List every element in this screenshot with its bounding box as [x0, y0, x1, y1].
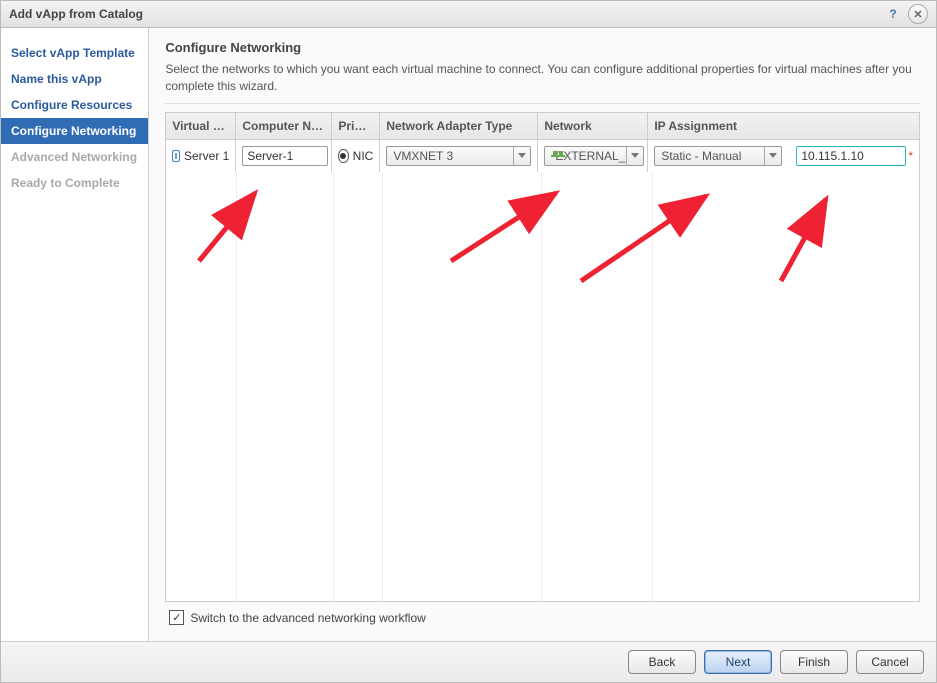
- cell-network: EXTERNAL_DIRI: [538, 140, 648, 172]
- col-primary[interactable]: Primar: [332, 113, 380, 139]
- grid-header: Virtual Machi Computer Nam Primar Networ…: [166, 113, 919, 140]
- finish-button[interactable]: Finish: [780, 650, 848, 674]
- col-virtual-machine[interactable]: Virtual Machi: [166, 113, 236, 139]
- advanced-networking-label: Switch to the advanced networking workfl…: [190, 611, 425, 625]
- chevron-down-icon: [626, 147, 643, 165]
- col-ip-assignment[interactable]: IP Assignment: [648, 113, 919, 139]
- dialog-footer: Back Next Finish Cancel: [1, 641, 936, 682]
- page-title: Configure Networking: [165, 40, 920, 55]
- dialog-body: Select vApp Template Name this vApp Conf…: [1, 28, 936, 641]
- cell-vm: Server 1: [166, 140, 236, 172]
- back-button[interactable]: Back: [628, 650, 696, 674]
- wizard-sidebar: Select vApp Template Name this vApp Conf…: [1, 28, 149, 641]
- sidebar-item-configure-networking[interactable]: Configure Networking: [1, 118, 148, 144]
- vm-name: Server 1: [184, 149, 229, 163]
- col-computer-name[interactable]: Computer Nam: [236, 113, 332, 139]
- close-icon[interactable]: ✕: [908, 4, 928, 24]
- next-button[interactable]: Next: [704, 650, 772, 674]
- required-indicator: *: [908, 149, 913, 163]
- ip-mode-select[interactable]: Static - Manual: [654, 146, 782, 166]
- sidebar-item-ready-to-complete[interactable]: Ready to Complete: [1, 170, 148, 196]
- ip-mode-value: Static - Manual: [655, 149, 764, 163]
- table-row: Server 1 NIC VMXNET 3: [166, 140, 919, 172]
- advanced-networking-checkbox[interactable]: ✓: [169, 610, 184, 625]
- col-network[interactable]: Network: [538, 113, 648, 139]
- ip-address-input[interactable]: [796, 146, 906, 166]
- dialog: Add vApp from Catalog ? ✕ Select vApp Te…: [0, 0, 937, 683]
- primary-nic-label: NIC: [353, 149, 374, 163]
- cell-adapter: VMXNET 3: [380, 140, 538, 172]
- dialog-title: Add vApp from Catalog: [9, 7, 878, 21]
- grid-lines: [166, 172, 919, 601]
- sidebar-item-advanced-networking[interactable]: Advanced Networking: [1, 144, 148, 170]
- page-description: Select the networks to which you want ea…: [165, 61, 920, 104]
- sidebar-item-select-template[interactable]: Select vApp Template: [1, 40, 148, 66]
- vm-icon: [172, 150, 180, 162]
- network-select[interactable]: EXTERNAL_DIRI: [544, 146, 644, 166]
- grid-body: Server 1 NIC VMXNET 3: [166, 140, 919, 601]
- sidebar-item-configure-resources[interactable]: Configure Resources: [1, 92, 148, 118]
- computer-name-input[interactable]: [242, 146, 328, 166]
- cell-computer-name: [236, 140, 332, 172]
- primary-nic-radio[interactable]: [338, 149, 348, 163]
- networking-grid: Virtual Machi Computer Nam Primar Networ…: [165, 112, 920, 602]
- titlebar: Add vApp from Catalog ? ✕: [1, 1, 936, 28]
- network-value: EXTERNAL_DIRI: [545, 149, 626, 163]
- help-icon[interactable]: ?: [884, 5, 902, 23]
- network-text: EXTERNAL_DIRI: [555, 149, 626, 163]
- cell-primary-nic: NIC: [332, 140, 380, 172]
- sidebar-item-name-vapp[interactable]: Name this vApp: [1, 66, 148, 92]
- chevron-down-icon: [513, 147, 530, 165]
- col-adapter-type[interactable]: Network Adapter Type: [380, 113, 538, 139]
- cancel-button[interactable]: Cancel: [856, 650, 924, 674]
- chevron-down-icon: [764, 147, 781, 165]
- adapter-type-select[interactable]: VMXNET 3: [386, 146, 531, 166]
- advanced-networking-toggle-row: ✓ Switch to the advanced networking work…: [165, 602, 920, 633]
- adapter-type-value: VMXNET 3: [387, 149, 513, 163]
- main-panel: Configure Networking Select the networks…: [149, 28, 936, 641]
- cell-ip-assignment: Static - Manual *: [648, 140, 919, 172]
